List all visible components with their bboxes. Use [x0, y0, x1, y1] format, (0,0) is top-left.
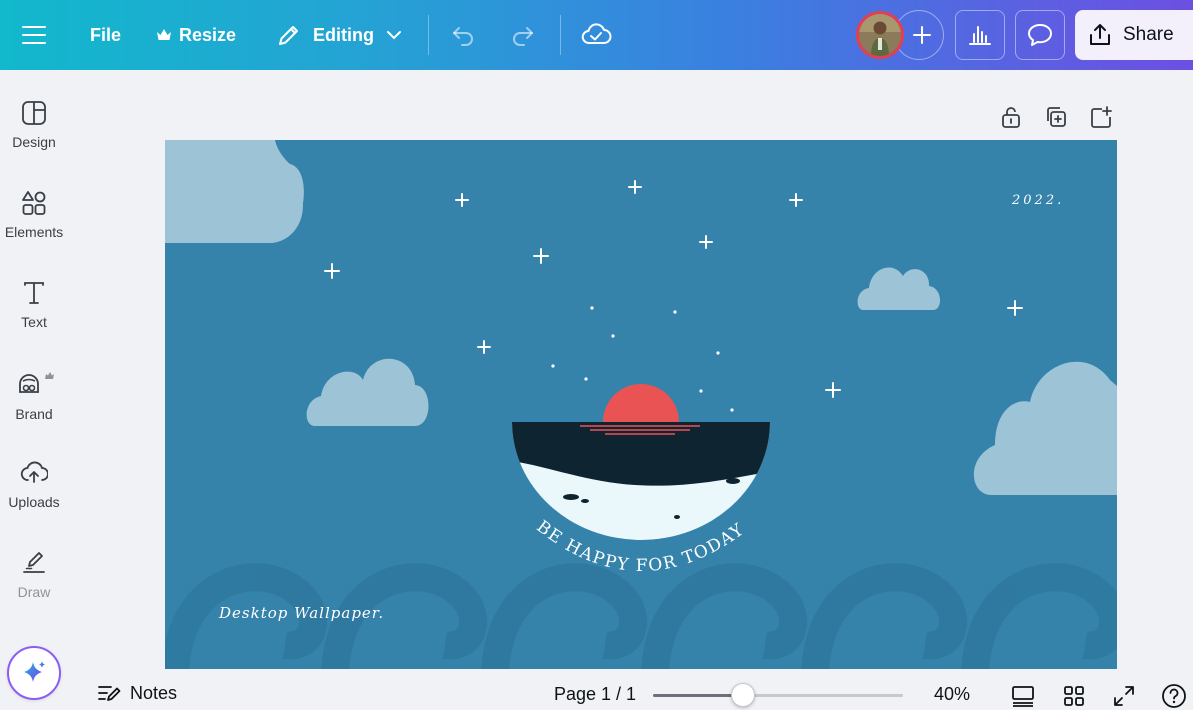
help-icon[interactable] — [1161, 683, 1187, 709]
redo-icon[interactable] — [508, 15, 536, 55]
crown-icon — [157, 29, 171, 40]
comment-icon — [1028, 24, 1052, 46]
notes-label: Notes — [130, 682, 178, 703]
cloud-left — [306, 358, 429, 426]
sidebar-item-uploads[interactable]: Uploads — [0, 460, 68, 540]
draw-pen-icon — [23, 552, 45, 573]
sidebar-item-label: Design — [12, 134, 56, 150]
shapes-icon — [22, 191, 46, 215]
share-label: Share — [1123, 24, 1174, 45]
wallpaper-artwork: BE HAPPY FOR TODAY. — [165, 140, 1117, 669]
cloud-small-right — [857, 267, 941, 310]
add-page-icon[interactable] — [1088, 104, 1114, 130]
page-view-icon[interactable] — [1010, 683, 1036, 709]
editing-label: Editing — [313, 24, 374, 45]
plus-icon — [913, 26, 931, 44]
sidebar-item-text[interactable]: Text — [0, 280, 68, 360]
zoom-level[interactable]: 40% — [934, 684, 970, 705]
toolbar-divider — [560, 15, 561, 55]
editing-mode-button[interactable]: Editing — [276, 15, 403, 55]
file-menu-button[interactable]: File — [90, 15, 121, 55]
notes-button[interactable]: Notes — [96, 682, 177, 704]
desktop-wallpaper-text: Desktop Wallpaper. — [219, 604, 385, 622]
lock-page-icon[interactable] — [998, 104, 1024, 130]
sparkle-icon — [24, 661, 45, 682]
resize-button[interactable]: Resize — [156, 15, 236, 55]
text-t-icon — [24, 282, 44, 304]
resize-label: Resize — [179, 24, 237, 45]
sidebar-item-label: Uploads — [8, 494, 60, 510]
design-canvas[interactable]: BE HAPPY FOR TODAY. — [165, 140, 1117, 669]
sidebar-item-brand[interactable]: Brand — [0, 370, 68, 450]
hamburger-menu-icon[interactable] — [20, 15, 48, 55]
zoom-slider[interactable] — [653, 694, 903, 697]
notes-icon — [98, 686, 121, 701]
zoom-slider-fill — [653, 694, 743, 697]
cloud-check-icon[interactable] — [580, 15, 612, 55]
sidebar-item-label: Draw — [17, 584, 51, 600]
magic-assistant-button[interactable] — [7, 646, 61, 700]
undo-icon[interactable] — [450, 15, 478, 55]
sidebar-item-label: Elements — [4, 224, 64, 240]
cloud-right — [973, 361, 1117, 495]
sidebar-item-label: Brand — [15, 406, 53, 422]
cloud-upload-icon — [20, 461, 48, 483]
bar-chart-icon — [969, 26, 991, 45]
year-text: 2022. — [1012, 193, 1065, 208]
top-toolbar: File Resize Editing Share — [0, 0, 1193, 70]
fullscreen-icon[interactable] — [1111, 683, 1137, 709]
grid-view-icon[interactable] — [1061, 683, 1087, 709]
wave-pattern — [165, 563, 1117, 669]
toolbar-divider — [428, 15, 429, 55]
design-layout-icon — [22, 101, 46, 125]
analytics-button[interactable] — [955, 10, 1005, 60]
zoom-slider-handle[interactable] — [731, 683, 755, 707]
sidebar-item-design[interactable]: Design — [0, 100, 68, 180]
comments-button[interactable] — [1015, 10, 1065, 60]
sidebar-item-label: Text — [21, 314, 47, 330]
pencil-icon — [279, 26, 298, 45]
brand-icon — [19, 372, 54, 393]
file-menu-label: File — [90, 24, 122, 45]
duplicate-page-icon[interactable] — [1043, 104, 1069, 130]
sidebar-item-draw[interactable]: Draw — [0, 550, 68, 630]
sidebar-item-elements[interactable]: Elements — [0, 190, 68, 270]
share-upload-icon — [1090, 24, 1110, 45]
avatar[interactable] — [856, 11, 904, 59]
chevron-down-icon — [387, 31, 401, 40]
share-button[interactable]: Share — [1075, 10, 1193, 60]
page-indicator[interactable]: Page 1 / 1 — [554, 684, 636, 705]
